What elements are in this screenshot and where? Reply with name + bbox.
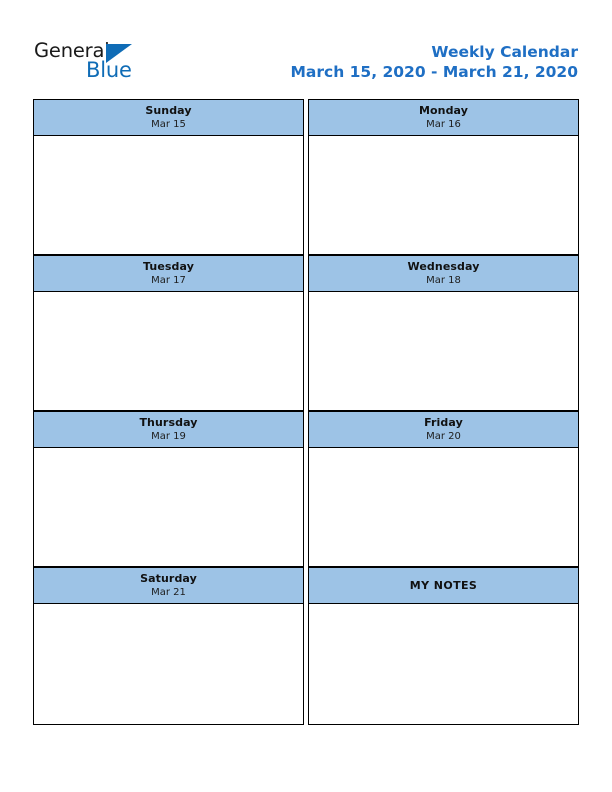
title-block: Weekly Calendar March 15, 2020 - March 2… [290,42,578,83]
day-date-label: Mar 18 [426,275,461,286]
day-cell-thursday[interactable]: Thursday Mar 19 [33,411,304,567]
calendar-row: Saturday Mar 21 MY NOTES [33,567,579,725]
calendar-row: Tuesday Mar 17 Wednesday Mar 18 [33,255,579,411]
calendar-grid: Sunday Mar 15 Monday Mar 16 Tuesday Mar … [33,99,579,725]
day-name-label: Friday [424,416,463,429]
day-name-label: Tuesday [143,260,194,273]
day-entry-area[interactable] [33,604,304,725]
day-cell-monday[interactable]: Monday Mar 16 [308,99,579,255]
day-name-label: Monday [418,104,469,117]
day-cell-wednesday[interactable]: Wednesday Mar 18 [308,255,579,411]
day-header: Monday Mar 16 [308,99,579,136]
day-date-label: Mar 19 [151,431,186,442]
day-header: Saturday Mar 21 [33,567,304,604]
day-header: Thursday Mar 19 [33,411,304,448]
day-entry-area[interactable] [308,292,579,411]
day-cell-tuesday[interactable]: Tuesday Mar 17 [33,255,304,411]
day-date-label: Mar 15 [151,119,186,130]
day-header: Sunday Mar 15 [33,99,304,136]
day-entry-area[interactable] [308,136,579,255]
day-date-label: Mar 20 [426,431,461,442]
day-name-label: Sunday [145,104,192,117]
calendar-row: Sunday Mar 15 Monday Mar 16 [33,99,579,255]
notes-entry-area[interactable] [308,604,579,725]
day-name-label: Wednesday [407,260,480,273]
notes-title-label: MY NOTES [409,579,478,592]
date-range-label: March 15, 2020 - March 21, 2020 [290,63,578,81]
page-header: General Blue Weekly Calendar March 15, 2… [0,0,612,95]
day-date-label: Mar 21 [151,587,186,598]
day-cell-sunday[interactable]: Sunday Mar 15 [33,99,304,255]
day-cell-saturday[interactable]: Saturday Mar 21 [33,567,304,725]
page-title: Weekly Calendar [431,43,578,61]
notes-header: MY NOTES [308,567,579,604]
calendar-row: Thursday Mar 19 Friday Mar 20 [33,411,579,567]
day-entry-area[interactable] [33,136,304,255]
day-date-label: Mar 17 [151,275,186,286]
day-date-label: Mar 16 [426,119,461,130]
notes-cell[interactable]: MY NOTES [308,567,579,725]
blue-triangle-icon [106,44,132,63]
day-entry-area[interactable] [308,448,579,567]
day-header: Wednesday Mar 18 [308,255,579,292]
day-header: Friday Mar 20 [308,411,579,448]
brand-logo[interactable]: General Blue [34,40,214,90]
day-header: Tuesday Mar 17 [33,255,304,292]
day-name-label: Thursday [139,416,198,429]
day-cell-friday[interactable]: Friday Mar 20 [308,411,579,567]
day-name-label: Saturday [140,572,197,585]
day-entry-area[interactable] [33,292,304,411]
day-entry-area[interactable] [33,448,304,567]
